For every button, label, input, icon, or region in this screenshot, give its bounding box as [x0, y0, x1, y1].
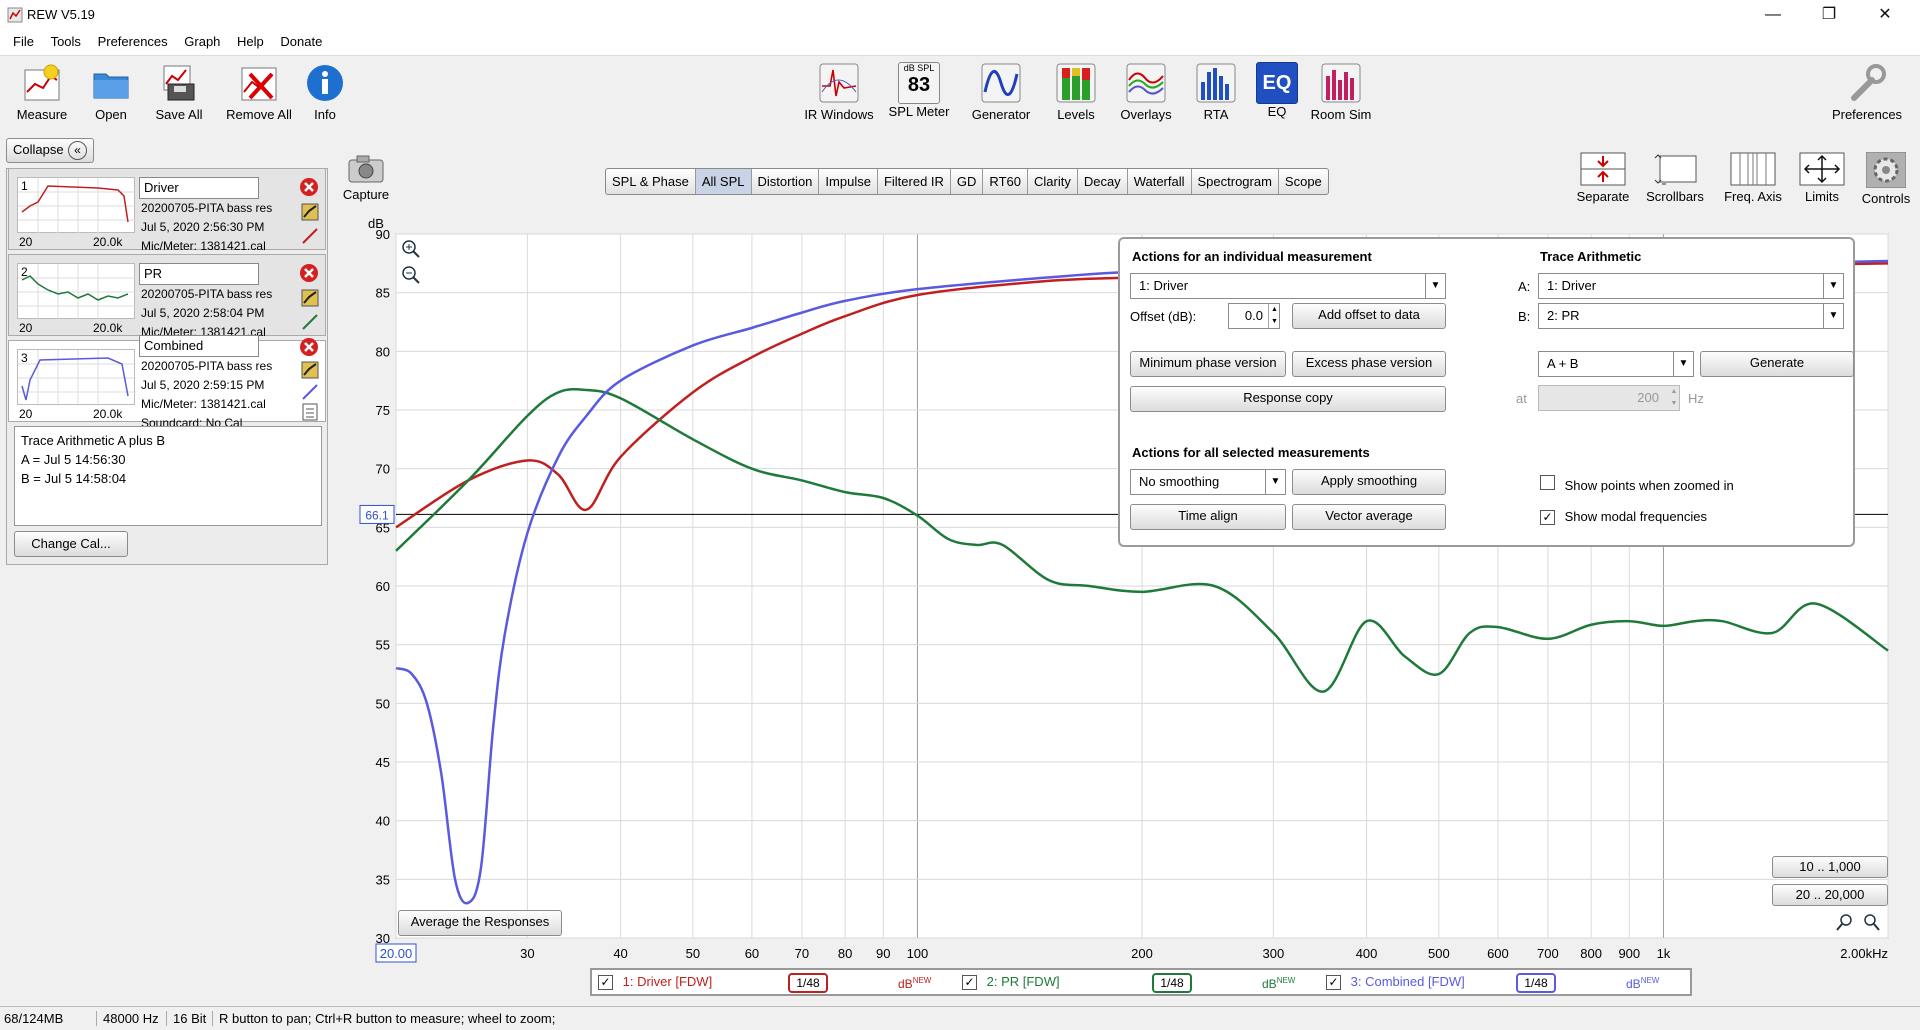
- zoom-out-icon[interactable]: [1834, 912, 1856, 932]
- hz-label: Hz: [1688, 391, 1704, 406]
- chevron-down-icon: ▼: [1823, 274, 1843, 298]
- zoom-in-icon[interactable]: [1860, 912, 1882, 932]
- all-actions-title: Actions for all selected measurements: [1132, 445, 1370, 460]
- show-modal-row[interactable]: ✓ Show modal frequencies: [1540, 509, 1707, 525]
- x-tick-label: 90: [876, 946, 890, 961]
- show-points-checkbox[interactable]: [1540, 475, 1555, 490]
- y-tick-label: 80: [376, 344, 390, 359]
- trace-arithmetic-title: Trace Arithmetic: [1540, 249, 1642, 264]
- measurement-select[interactable]: 1: Driver ▼: [1130, 273, 1446, 299]
- y-tick-label: 35: [376, 872, 390, 887]
- legend-bar: ✓ 1: Driver [FDW] 1/48 dBNEW ✓ 2: PR [FD…: [590, 968, 1692, 996]
- show-modal-label: Show modal frequencies: [1564, 509, 1707, 524]
- legend-item-pr[interactable]: ✓ 2: PR [FDW]: [962, 974, 1060, 990]
- x-tick-label: 70: [795, 946, 809, 961]
- legend-unit: dBNEW: [1626, 976, 1660, 991]
- x-tick-label: 20.00: [380, 946, 413, 961]
- legend-item-combined[interactable]: ✓ 3: Combined [FDW]: [1326, 974, 1465, 990]
- y-axis-label: dB: [368, 216, 384, 231]
- legend-smoothing-badge[interactable]: 1/48: [1516, 973, 1556, 993]
- response-copy-button[interactable]: Response copy: [1130, 386, 1446, 412]
- at-frequency-input[interactable]: 200: [1538, 385, 1680, 411]
- time-align-button[interactable]: Time align: [1130, 504, 1286, 530]
- smoothing-select[interactable]: No smoothing ▼: [1130, 469, 1286, 495]
- status-sample-rate: 48000 Hz: [96, 1011, 159, 1026]
- offset-spinner-icon[interactable]: ▲ ▼: [1268, 304, 1280, 328]
- legend-smoothing-badge[interactable]: 1/48: [788, 973, 828, 993]
- chevron-down-icon: ▼: [1425, 274, 1445, 298]
- x-tick-label: 900: [1618, 946, 1640, 961]
- show-modal-checkbox[interactable]: ✓: [1540, 510, 1555, 525]
- legend-unit: dBNEW: [1262, 976, 1296, 991]
- chevron-down-icon: ▼: [1265, 470, 1285, 494]
- vector-average-button[interactable]: Vector average: [1292, 504, 1446, 530]
- x-tick-label: 1k: [1657, 946, 1671, 961]
- at-label: at: [1516, 391, 1527, 406]
- trace-a-select[interactable]: 1: Driver ▼: [1538, 273, 1844, 299]
- cursor-value-label: 66.1: [365, 508, 389, 522]
- trace-a-label: A:: [1518, 279, 1531, 294]
- add-offset-button[interactable]: Add offset to data: [1292, 303, 1446, 329]
- y-tick-label: 75: [376, 403, 390, 418]
- zoom-in-icon[interactable]: [400, 238, 422, 260]
- legend-label: 1: Driver [FDW]: [622, 974, 713, 989]
- minimum-phase-button[interactable]: Minimum phase version: [1130, 351, 1286, 377]
- x-tick-label: 100: [907, 946, 929, 961]
- x-tick-label: 2.00kHz: [1840, 946, 1888, 961]
- show-points-row[interactable]: Show points when zoomed in: [1540, 475, 1734, 493]
- range-10-1000-button[interactable]: 10 .. 1,000: [1772, 856, 1888, 878]
- status-bar: 68/124MB 48000 Hz 16 Bit R button to pan…: [0, 1006, 1920, 1030]
- legend-label: 3: Combined [FDW]: [1350, 974, 1465, 989]
- y-tick-label: 45: [376, 755, 390, 770]
- legend-checkbox[interactable]: ✓: [1326, 975, 1341, 990]
- x-tick-label: 600: [1487, 946, 1509, 961]
- y-tick-label: 55: [376, 638, 390, 653]
- x-tick-label: 60: [745, 946, 759, 961]
- individual-actions-title: Actions for an individual measurement: [1132, 249, 1372, 264]
- legend-unit: dBNEW: [898, 976, 932, 991]
- status-memory: 68/124MB: [4, 1011, 64, 1026]
- at-spinner-icon[interactable]: ▲ ▼: [1668, 386, 1680, 410]
- x-tick-label: 40: [613, 946, 627, 961]
- x-tick-label: 300: [1263, 946, 1285, 961]
- apply-smoothing-button[interactable]: Apply smoothing: [1292, 469, 1446, 495]
- y-tick-label: 50: [376, 696, 390, 711]
- x-tick-label: 500: [1428, 946, 1450, 961]
- chevron-down-icon: ▼: [1673, 352, 1693, 376]
- range-20-20000-button[interactable]: 20 .. 20,000: [1772, 884, 1888, 906]
- legend-label: 2: PR [FDW]: [986, 974, 1060, 989]
- x-tick-label: 200: [1131, 946, 1153, 961]
- y-tick-label: 70: [376, 462, 390, 477]
- y-tick-label: 85: [376, 286, 390, 301]
- trace-b-select[interactable]: 2: PR ▼: [1538, 303, 1844, 329]
- x-tick-label: 80: [838, 946, 852, 961]
- x-tick-label: 400: [1356, 946, 1378, 961]
- y-tick-label: 60: [376, 579, 390, 594]
- status-hint: R button to pan; Ctrl+R button to measur…: [212, 1011, 555, 1026]
- x-tick-label: 700: [1537, 946, 1559, 961]
- x-tick-label: 50: [686, 946, 700, 961]
- trace-b-label: B:: [1518, 309, 1531, 324]
- legend-item-driver[interactable]: ✓ 1: Driver [FDW]: [598, 974, 712, 990]
- legend-checkbox[interactable]: ✓: [598, 975, 613, 990]
- y-tick-label: 40: [376, 814, 390, 829]
- generate-button[interactable]: Generate: [1700, 351, 1854, 377]
- average-responses-button[interactable]: Average the Responses: [398, 910, 562, 936]
- zoom-out-icon[interactable]: [400, 264, 422, 286]
- controls-panel: Actions for an individual measurement 1:…: [1118, 237, 1855, 547]
- chevron-down-icon: ▼: [1823, 304, 1843, 328]
- legend-checkbox[interactable]: ✓: [962, 975, 977, 990]
- operation-select[interactable]: A + B ▼: [1538, 351, 1694, 377]
- offset-label: Offset (dB):: [1130, 309, 1197, 324]
- show-points-label: Show points when zoomed in: [1564, 478, 1734, 493]
- status-bit-depth: 16 Bit: [166, 1011, 206, 1026]
- x-tick-label: 800: [1580, 946, 1602, 961]
- legend-smoothing-badge[interactable]: 1/48: [1152, 973, 1192, 993]
- x-tick-label: 30: [520, 946, 534, 961]
- excess-phase-button[interactable]: Excess phase version: [1292, 351, 1446, 377]
